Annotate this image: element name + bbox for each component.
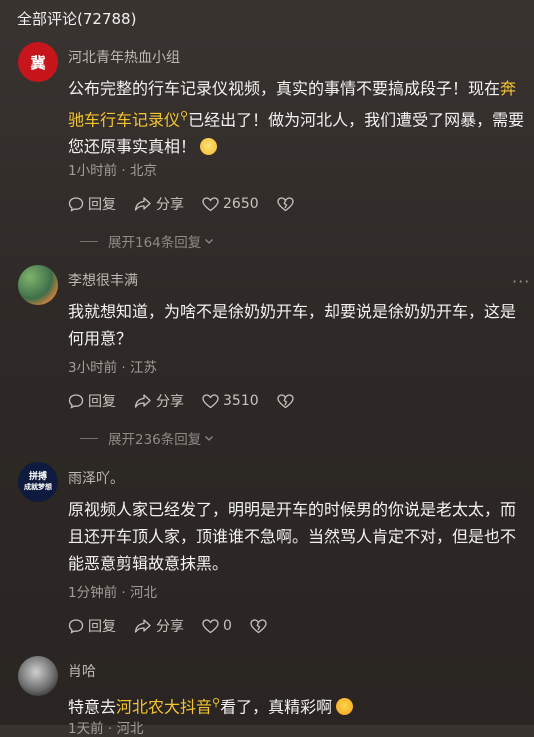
- comment-text: 特意去河北农大抖音⚲看了，真精彩啊: [68, 689, 530, 720]
- search-icon: ⚲: [180, 109, 189, 122]
- share-label: 分享: [156, 197, 184, 213]
- share-icon: [134, 394, 151, 408]
- heart-icon: [202, 196, 219, 211]
- laughing-emoji-icon: [336, 698, 354, 716]
- reply-icon: [68, 619, 84, 634]
- username[interactable]: 肖哈: [68, 661, 96, 681]
- dislike-button[interactable]: [276, 393, 298, 409]
- share-label: 分享: [156, 394, 184, 410]
- expand-replies-label: 展开164条回复: [108, 235, 202, 251]
- share-button[interactable]: 分享: [134, 616, 184, 636]
- avatar[interactable]: [18, 265, 58, 305]
- divider-line: [80, 437, 98, 439]
- like-button[interactable]: 2650: [202, 196, 259, 212]
- like-button[interactable]: 3510: [202, 393, 259, 409]
- avatar[interactable]: 冀: [18, 42, 58, 82]
- like-count: 0: [223, 618, 232, 634]
- reply-button[interactable]: 回复: [68, 391, 116, 411]
- smile-emoji-icon: [200, 138, 218, 156]
- comments-header: 全部评论(72788): [17, 10, 137, 28]
- broken-heart-icon: [276, 196, 294, 211]
- comment-text: 我就想知道，为啥不是徐奶奶开车，却要说是徐奶奶开车，这是何用意？: [68, 302, 517, 348]
- heart-icon: [202, 618, 219, 633]
- expand-replies-label: 展开236条回复: [108, 432, 202, 448]
- avatar[interactable]: 拼搏 成就梦想: [18, 462, 58, 502]
- comment-text-part: 特意去: [68, 697, 117, 717]
- comment-text-part: 公布完整的行车记录仪视频，真实的事情不要搞成段子！现在: [68, 79, 501, 98]
- username[interactable]: 李想很丰满: [68, 270, 138, 290]
- reply-button[interactable]: 回复: [68, 194, 116, 214]
- search-icon: ⚲: [212, 696, 221, 709]
- comment-meta: 1天前 · 河北: [68, 721, 144, 737]
- reply-icon: [68, 197, 84, 212]
- comment-actions: 回复 分享 3510: [68, 391, 316, 411]
- reply-label: 回复: [88, 619, 116, 635]
- username[interactable]: 河北青年热血小组: [68, 47, 180, 67]
- comment-text-part: 看了，真精彩啊: [220, 697, 333, 717]
- comment-actions: 回复 分享 2650: [68, 194, 316, 214]
- reply-button[interactable]: 回复: [68, 616, 116, 636]
- comment-actions: 回复 分享 0: [68, 616, 289, 636]
- share-icon: [134, 197, 151, 211]
- share-label: 分享: [156, 619, 184, 635]
- comment-meta: 1分钟前 · 河北: [68, 585, 157, 601]
- avatar-text: 拼搏: [28, 472, 47, 482]
- expand-replies-button[interactable]: 展开236条回复: [80, 428, 215, 448]
- search-link[interactable]: 河北农大抖音: [116, 697, 212, 716]
- chevron-down-icon: [205, 436, 214, 441]
- share-button[interactable]: 分享: [134, 194, 184, 214]
- avatar-text: 成就梦想: [24, 483, 52, 491]
- share-button[interactable]: 分享: [134, 391, 184, 411]
- more-options-icon[interactable]: ···: [512, 272, 530, 291]
- heart-icon: [202, 393, 219, 408]
- comment-meta: 3小时前 · 江苏: [68, 360, 157, 376]
- like-count: 2650: [223, 196, 259, 212]
- comment-meta: 1小时前 · 北京: [68, 163, 157, 179]
- expand-replies-button[interactable]: 展开164条回复: [80, 231, 215, 251]
- broken-heart-icon: [250, 618, 267, 633]
- dislike-button[interactable]: [250, 618, 271, 634]
- like-count: 3510: [223, 393, 259, 409]
- reply-label: 回复: [88, 394, 116, 410]
- like-button[interactable]: 0: [202, 618, 232, 634]
- dislike-button[interactable]: [276, 196, 298, 212]
- chevron-down-icon: [205, 239, 214, 244]
- comment-text: 原视频人家已经发了，明明是开车的时候男的你说是老太太，而且还开车顶人家，顶谁谁不…: [68, 500, 517, 573]
- comment-text: 公布完整的行车记录仪视频，真实的事情不要搞成段子！现在奔驰车行车记录仪⚲已经出了…: [68, 75, 530, 160]
- reply-icon: [68, 394, 84, 409]
- share-icon: [134, 619, 151, 633]
- avatar[interactable]: [18, 656, 58, 696]
- reply-label: 回复: [88, 197, 116, 213]
- broken-heart-icon: [276, 393, 294, 408]
- username[interactable]: 雨泽吖。: [68, 468, 124, 488]
- avatar-logo-text: 冀: [30, 53, 46, 72]
- divider-line: [80, 240, 98, 242]
